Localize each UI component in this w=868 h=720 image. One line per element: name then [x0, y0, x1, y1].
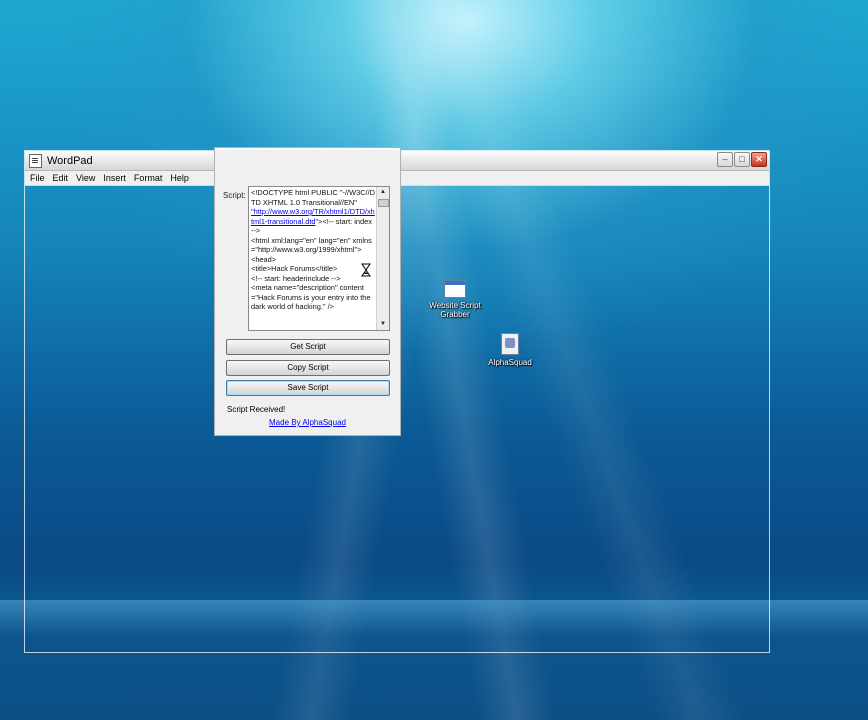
menu-file[interactable]: File — [30, 173, 45, 183]
script-line: <!DOCTYPE html PUBLIC "-//W3C//DTD XHTML… — [251, 188, 375, 207]
script-line: <!-- start: headerinclude --> — [251, 273, 341, 283]
icon-label: Grabber — [440, 310, 470, 319]
grabber-top-edge — [215, 148, 400, 150]
menu-format[interactable]: Format — [134, 173, 163, 183]
script-label: Script: — [223, 191, 246, 200]
get-script-button[interactable]: Get Script — [226, 339, 390, 355]
script-content[interactable]: <!DOCTYPE html PUBLIC "-//W3C//DTD XHTML… — [251, 188, 375, 312]
wordpad-app-icon[interactable] — [29, 153, 42, 168]
status-text: Script Received! — [227, 405, 286, 414]
icon-label: Website Script — [429, 301, 481, 310]
desktop-icon-alphasquad[interactable]: AlphaSquad — [484, 333, 536, 367]
script-line: <html xml:lang="en" lang="en" xmlns="htt… — [251, 235, 372, 255]
menu-view[interactable]: View — [76, 173, 95, 183]
credit-link[interactable]: Made By AlphaSquad — [215, 418, 400, 427]
minimize-button[interactable]: – — [717, 152, 733, 167]
scroll-down-arrow-icon[interactable]: ▼ — [377, 319, 389, 330]
document-icon — [501, 333, 519, 355]
window-app-icon — [444, 280, 466, 298]
menu-help[interactable]: Help — [170, 173, 189, 183]
script-line: <head> — [251, 254, 277, 264]
hourglass-cursor-icon — [361, 263, 371, 277]
script-line: <title>Hack Forums</title> — [251, 264, 338, 273]
close-button[interactable]: ✕ — [751, 152, 767, 167]
maximize-button[interactable]: □ — [734, 152, 750, 167]
window-controls: – □ ✕ — [717, 152, 767, 167]
icon-label: AlphaSquad — [488, 358, 532, 367]
wordpad-title: WordPad — [47, 154, 93, 167]
menu-edit[interactable]: Edit — [53, 173, 69, 183]
script-scrollbar[interactable]: ▲ ▼ — [376, 187, 389, 330]
scroll-up-arrow-icon[interactable]: ▲ — [377, 187, 389, 198]
script-grabber-window: Script: <!DOCTYPE html PUBLIC "-//W3C//D… — [214, 147, 401, 436]
scroll-thumb[interactable] — [378, 199, 389, 207]
desktop-icon-website-script-grabber[interactable]: Website Script Grabber — [426, 280, 484, 319]
save-script-button[interactable]: Save Script — [226, 380, 390, 396]
menu-insert[interactable]: Insert — [103, 173, 126, 183]
script-textarea[interactable]: <!DOCTYPE html PUBLIC "-//W3C//DTD XHTML… — [248, 186, 390, 331]
copy-script-button[interactable]: Copy Script — [226, 360, 390, 376]
script-line: <meta name="description" content="Hack F… — [251, 283, 373, 311]
